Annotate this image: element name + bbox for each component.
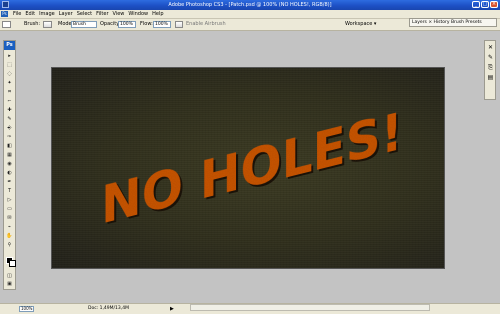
menu-window[interactable]: Window (126, 10, 150, 18)
toolbox: Ps ▸ ⬚ ◌ ✦ ⌗ ⌐ ✚ ✎ ⎆ ✑ ◧ ▦ ◉ ◐ ✒ T ▷ ▭ ✉ ⌁ ✋ ⚲ ◫ ▣ (3, 40, 16, 290)
crop-icon[interactable]: ⌗ (6, 89, 13, 95)
close-button[interactable]: × (490, 1, 498, 8)
flow-label: Flow: (140, 21, 153, 27)
menu-view[interactable]: View (111, 10, 127, 18)
move-icon[interactable]: ▸ (6, 53, 13, 59)
brush-icon[interactable]: ✎ (6, 116, 13, 122)
airbrush-label: Enable Airbrush (186, 21, 226, 27)
type-icon[interactable]: T (6, 188, 13, 194)
status-menu-arrow[interactable]: ▶ (170, 306, 174, 312)
minimize-button[interactable]: _ (472, 1, 480, 8)
menu-help[interactable]: Help (150, 10, 165, 18)
background-color-swatch[interactable] (9, 260, 16, 267)
eyedropper-icon[interactable]: ⌁ (6, 224, 13, 230)
dodge-icon[interactable]: ◐ (6, 170, 13, 176)
shape-icon[interactable]: ▭ (6, 206, 13, 212)
pen-icon[interactable]: ✒ (6, 179, 13, 185)
mode-select[interactable]: Brush (71, 21, 97, 28)
maximize-button[interactable]: □ (481, 1, 489, 8)
window-title: Adobe Photoshop CS3 - [Patch.psd @ 100% … (168, 2, 332, 8)
brush-label: Brush: (24, 21, 41, 27)
menu-list: File Edit Image Layer Select Filter View… (11, 10, 166, 18)
canvas-artwork: NO HOLES! NO HOLES! (101, 101, 405, 238)
menu-layer[interactable]: Layer (57, 10, 75, 18)
title-bar: Adobe Photoshop CS3 - [Patch.psd @ 100% … (0, 0, 500, 10)
lasso-icon[interactable]: ◌ (6, 71, 13, 77)
history-brush-icon[interactable]: ✑ (6, 134, 13, 140)
menu-edit[interactable]: Edit (23, 10, 37, 18)
panel-tabs[interactable]: Layers × History Brush Presets (409, 18, 497, 27)
brush-picker[interactable] (43, 21, 52, 28)
quick-mask-icon[interactable]: ◫ (6, 273, 13, 279)
tool-preset-picker[interactable] (2, 21, 11, 28)
magic-wand-icon[interactable]: ✦ (6, 80, 13, 86)
slice-icon[interactable]: ⌐ (6, 98, 13, 104)
clone-stamp-icon[interactable]: ⎆ (6, 125, 13, 131)
ps-logo: Ps (4, 41, 15, 50)
notes-icon[interactable]: ✉ (6, 215, 13, 221)
blur-icon[interactable]: ◉ (6, 161, 13, 167)
horizontal-scrollbar[interactable] (190, 304, 430, 311)
menu-filter[interactable]: Filter (94, 10, 110, 18)
airbrush-toggle[interactable] (175, 21, 183, 28)
workspace-menu[interactable]: Workspace ▾ (345, 21, 376, 28)
screen-mode-icon[interactable]: ▣ (6, 281, 13, 287)
document-canvas[interactable]: NO HOLES! NO HOLES! (52, 68, 444, 268)
zoom-field[interactable]: 100% (19, 306, 34, 312)
right-dock: ✕ ✎ ⎘ ▤ (484, 40, 496, 100)
eraser-icon[interactable]: ◧ (6, 143, 13, 149)
canvas-text: NO HOLES! (101, 101, 403, 236)
brushes-icon[interactable]: ✎ (487, 54, 494, 61)
gradient-icon[interactable]: ▦ (6, 152, 13, 158)
doc-size: Doc: 1,49M/13,4M (88, 306, 129, 311)
marquee-icon[interactable]: ⬚ (6, 62, 13, 68)
zoom-icon[interactable]: ⚲ (6, 242, 13, 248)
healing-icon[interactable]: ✚ (6, 107, 13, 113)
opacity-field[interactable]: 100% (118, 21, 136, 28)
navigator-icon[interactable]: ✕ (487, 44, 494, 51)
menu-select[interactable]: Select (75, 10, 94, 18)
hand-icon[interactable]: ✋ (6, 233, 13, 239)
layers-icon[interactable]: ▤ (487, 74, 494, 81)
menu-image[interactable]: Image (37, 10, 57, 18)
clone-source-icon[interactable]: ⎘ (487, 64, 494, 71)
menu-file[interactable]: File (11, 10, 23, 18)
flow-field[interactable]: 100% (153, 21, 171, 28)
document-icon[interactable]: Ps (1, 11, 8, 17)
path-select-icon[interactable]: ▷ (6, 197, 13, 203)
